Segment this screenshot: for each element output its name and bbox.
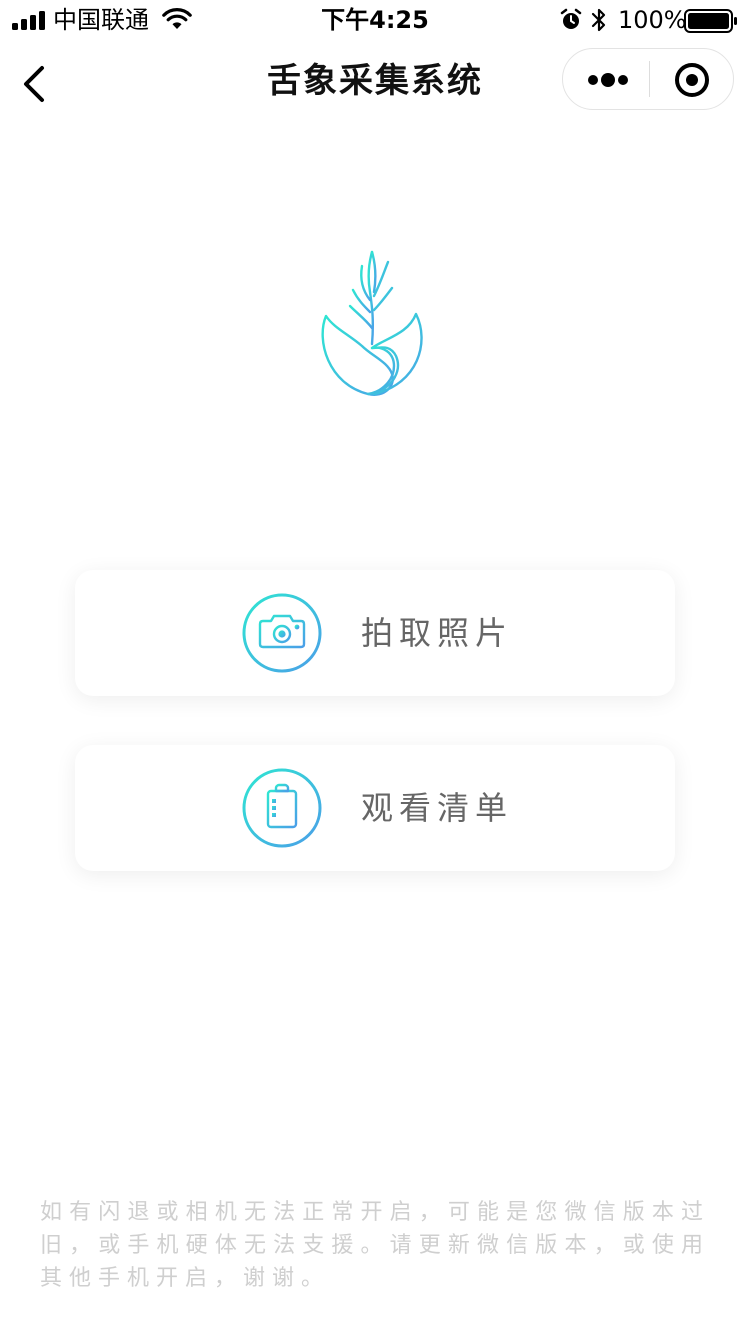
battery-icon bbox=[684, 9, 737, 33]
alarm-icon bbox=[560, 8, 582, 29]
take-photo-label: 拍取照片 bbox=[361, 614, 514, 652]
more-button[interactable] bbox=[563, 49, 649, 109]
take-photo-button[interactable]: 拍取照片 bbox=[75, 570, 675, 696]
view-list-button[interactable]: 观看清单 bbox=[75, 745, 675, 871]
clipboard-list-icon bbox=[242, 768, 322, 848]
camera-icon bbox=[242, 593, 322, 673]
battery-percentage: 100% bbox=[618, 6, 687, 34]
compatibility-note: 如有闪退或相机无法正常开启，可能是您微信版本过旧，或手机硬体无法支援。请更新微信… bbox=[40, 1200, 710, 1291]
view-list-label: 观看清单 bbox=[361, 789, 514, 827]
target-close-icon bbox=[675, 63, 709, 97]
close-miniprogram-button[interactable] bbox=[650, 49, 734, 109]
bluetooth-icon bbox=[591, 8, 606, 32]
navigation-bar: 舌象采集系统 bbox=[0, 40, 750, 128]
status-bar: 中国联通 下午4:25 100% bbox=[0, 0, 750, 40]
mini-program-capsule bbox=[562, 48, 734, 110]
plant-leaf-logo-icon bbox=[321, 250, 423, 396]
more-dots-icon bbox=[588, 73, 628, 87]
